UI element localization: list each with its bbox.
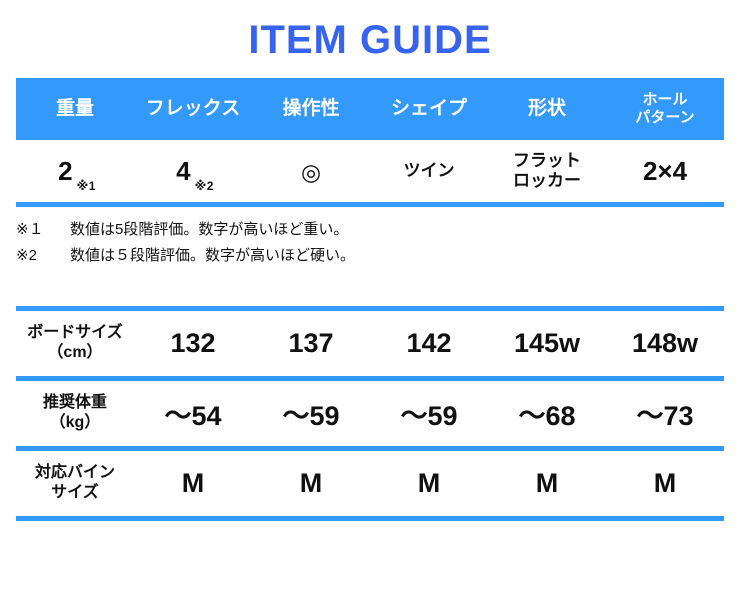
size-label-recommended-weight: 推奨体重 （kg）	[16, 393, 134, 432]
spec-header-label-shape: シェイプ	[390, 98, 467, 120]
spec-header-cell-profile: 形状	[488, 78, 606, 140]
spec-table-value-row: 2 ※1 4 ※2 ◎ ツイン フラット ロッカー 2×4	[16, 140, 724, 207]
spec-value-weight: 2	[58, 155, 73, 186]
spec-value-shape: ツイン	[403, 160, 455, 180]
spec-value-weight-footnote-ref: ※1	[76, 178, 96, 193]
spec-value-profile-line1: フラット	[513, 150, 581, 170]
footnote-1-text: 数値は5段階評価。数字が高いほど重い。	[70, 221, 349, 238]
spec-table-header-row: 重量 フレックス 操作性 シェイプ 形状 ホール パターン	[16, 78, 724, 140]
size-table: ボードサイズ （cm） 132 137 142 145w 148w 推奨体重 （…	[16, 305, 724, 521]
spec-value-weight-wrap: 2 ※1	[58, 155, 95, 193]
footnotes: ※１ 数値は5段階評価。数字が高いほど重い。 ※2 数値は５段階評価。数字が高いほど…	[16, 217, 724, 270]
footnote-2-marker: ※2	[16, 247, 37, 265]
size-value-binding-size-3: M	[370, 448, 488, 518]
size-table-row-binding-size: 対応バイン サイズ M M M M M	[16, 448, 724, 518]
size-table-row-board-size: ボードサイズ （cm） 132 137 142 145w 148w	[16, 308, 724, 378]
spec-header-label-hole-pattern-line1: ホール	[642, 91, 688, 109]
spec-header-label-hole-pattern-line2: パターン	[635, 109, 695, 126]
spec-header-label-flex: フレックス	[145, 98, 241, 120]
spec-value-cell-maneuverability: ◎	[252, 140, 370, 207]
size-table-row-recommended-weight: 推奨体重 （kg） 〜54 〜59 〜59 〜68 〜73	[16, 378, 724, 448]
size-value-board-size-5: 148w	[606, 308, 724, 378]
size-label-recommended-weight-unit: （kg）	[49, 414, 101, 431]
spec-table: 重量 フレックス 操作性 シェイプ 形状 ホール パターン 2 ※1 4 ※2 …	[16, 78, 724, 207]
size-label-board-size: ボードサイズ （cm）	[16, 323, 134, 362]
spec-header-cell-flex: フレックス	[134, 78, 252, 140]
spec-value-cell-weight: 2 ※1	[16, 140, 134, 207]
size-value-board-size-3: 142	[370, 308, 488, 378]
size-label-binding-size: 対応バイン サイズ	[16, 463, 134, 502]
size-value-binding-size-5: M	[606, 448, 724, 518]
spec-value-cell-flex: 4 ※2	[134, 140, 252, 207]
spec-header-label-maneuverability: 操作性	[282, 98, 340, 120]
size-value-recommended-weight-5: 〜73	[606, 378, 724, 448]
footnote-2-text: 数値は５段階評価。数字が高いほど硬い。	[70, 247, 356, 265]
size-value-board-size-4: 145w	[488, 308, 606, 378]
size-value-recommended-weight-2: 〜59	[252, 378, 370, 448]
size-value-binding-size-4: M	[488, 448, 606, 518]
page-title: ITEM GUIDE	[248, 18, 492, 62]
size-label-board-size-text: ボードサイズ	[27, 324, 123, 342]
size-row-label-board-size: ボードサイズ （cm）	[16, 308, 134, 378]
size-value-board-size-1: 132	[134, 308, 252, 378]
spec-header-label-weight: 重量	[55, 98, 94, 120]
size-value-recommended-weight-1: 〜54	[134, 378, 252, 448]
size-value-binding-size-2: M	[252, 448, 370, 518]
size-label-board-size-unit: （cm）	[47, 344, 103, 361]
size-value-board-size-2: 137	[252, 308, 370, 378]
footnote-2: ※2 数値は５段階評価。数字が高いほど硬い。	[16, 243, 724, 269]
spec-header-cell-maneuverability: 操作性	[252, 78, 370, 140]
spec-header-cell-shape: シェイプ	[370, 78, 488, 140]
footnote-1: ※１ 数値は5段階評価。数字が高いほど重い。	[16, 217, 724, 243]
size-label-binding-size-text: 対応バイン	[34, 464, 115, 482]
spec-value-hole-pattern: 2×4	[642, 155, 688, 186]
size-value-recommended-weight-4: 〜68	[488, 378, 606, 448]
spec-value-flex-footnote-ref: ※2	[194, 178, 214, 193]
spec-value-cell-hole-pattern: 2×4	[606, 140, 724, 207]
size-value-binding-size-1: M	[134, 448, 252, 518]
size-row-label-recommended-weight: 推奨体重 （kg）	[16, 378, 134, 448]
spec-header-cell-weight: 重量	[16, 78, 134, 140]
size-row-label-binding-size: 対応バイン サイズ	[16, 448, 134, 518]
double-circle-icon: ◎	[300, 158, 322, 185]
spec-header-label-profile: 形状	[527, 98, 566, 120]
spec-value-cell-profile: フラット ロッカー	[488, 140, 606, 207]
size-label-binding-size-unit: サイズ	[51, 484, 99, 501]
size-value-recommended-weight-3: 〜59	[370, 378, 488, 448]
size-label-recommended-weight-text: 推奨体重	[42, 394, 107, 412]
spec-header-cell-hole-pattern: ホール パターン	[606, 78, 724, 140]
spec-value-profile-line2: ロッカー	[513, 171, 581, 190]
spec-value-cell-shape: ツイン	[370, 140, 488, 207]
spec-value-flex-wrap: 4 ※2	[176, 155, 213, 193]
item-guide-page: ITEM GUIDE 重量 フレックス 操作性 シェイプ 形状 ホール パターン…	[0, 0, 740, 600]
footnote-1-marker: ※１	[16, 221, 44, 238]
spec-value-flex: 4	[176, 155, 191, 186]
